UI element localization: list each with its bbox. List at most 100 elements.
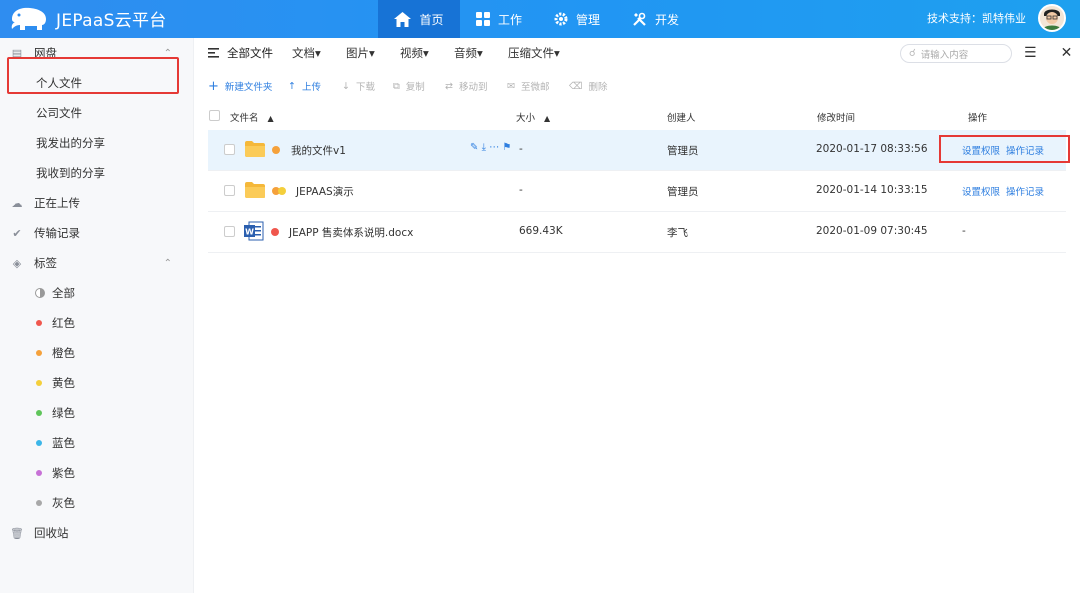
folder-icon xyxy=(245,182,265,198)
user-avatar-icon xyxy=(1040,6,1064,30)
table-header: 文件名 ▲ 大小 ▲ 创建人 修改时间 操作 xyxy=(208,102,1066,130)
nav-home[interactable]: 首页 xyxy=(378,0,460,38)
toolbar-icons: ☰ ✕ xyxy=(1024,45,1072,61)
sidebar-item-shared-out[interactable]: 我发出的分享 xyxy=(0,128,194,158)
delete-button[interactable]: ⌫ 删除 xyxy=(569,79,607,94)
list-menu-icon[interactable] xyxy=(208,48,219,58)
operation-log-link[interactable]: 操作记录 xyxy=(1006,184,1044,198)
nav-manage-label: 管理 xyxy=(576,12,601,27)
tag-icon[interactable]: ⚑ xyxy=(502,142,511,153)
upload-button[interactable]: ↑ 上传 xyxy=(288,79,321,94)
color-dot xyxy=(36,350,42,356)
new-folder-button[interactable]: + 新建文件夹 xyxy=(208,79,272,94)
copy-label: 复制 xyxy=(405,82,425,93)
sidebar-tag-blue[interactable]: 蓝色 xyxy=(0,428,194,458)
user-area: 技术支持：凯特伟业 xyxy=(927,4,1066,32)
col-size-header[interactable]: 大小 ▲ xyxy=(516,110,550,124)
cloud-upload-icon: ☁ xyxy=(11,196,23,210)
filter-images[interactable]: 图片▾ xyxy=(346,45,400,61)
sidebar-tag-gray[interactable]: 灰色 xyxy=(0,488,194,518)
highlight-box-operations xyxy=(939,135,1070,163)
sidebar-item-label: 正在上传 xyxy=(34,196,80,210)
plus-icon: + xyxy=(208,78,219,94)
file-name[interactable]: JEAPP 售卖体系说明.docx xyxy=(289,225,413,240)
svg-text:W: W xyxy=(245,228,254,237)
sidebar-item-company[interactable]: 公司文件 xyxy=(0,98,194,128)
color-dot xyxy=(36,440,42,446)
file-modified: 2020-01-14 10:33:15 xyxy=(816,184,928,196)
search-input[interactable]: ☌ 请输入内容 xyxy=(900,44,1012,63)
sidebar-item-label: 橙色 xyxy=(52,346,75,360)
filter-videos[interactable]: 视频▾ xyxy=(400,45,454,61)
set-permission-link[interactable]: 设置权限 xyxy=(962,184,1000,198)
email-button[interactable]: ✉ 至微邮 xyxy=(507,79,550,94)
col-creator-header: 创建人 xyxy=(667,113,696,124)
file-name[interactable]: 我的文件v1 xyxy=(291,143,346,158)
sidebar-item-transfer[interactable]: ✔ 传输记录 xyxy=(0,218,194,248)
download-button[interactable]: ↓ 下载 xyxy=(342,79,375,94)
filter-audio[interactable]: 音频▾ xyxy=(454,45,508,61)
sort-icon: ▲ xyxy=(267,114,274,123)
row-checkbox[interactable] xyxy=(224,226,235,237)
gear-icon xyxy=(554,12,568,26)
edit-icon[interactable]: ✎ xyxy=(470,142,478,153)
file-creator: 管理员 xyxy=(667,186,699,198)
move-button[interactable]: ⇄ 移动到 xyxy=(445,79,488,94)
top-navigation-bar: JEPaaS云平台 首页 工作 管理 开发 技术支持：凯特伟业 xyxy=(0,0,1080,38)
email-label: 至微邮 xyxy=(520,82,550,93)
sidebar-tag-green[interactable]: 绿色 xyxy=(0,398,194,428)
sidebar-tag-yellow[interactable]: 黄色 xyxy=(0,368,194,398)
sidebar-group-tags[interactable]: ◈ 标签 ⌃ xyxy=(0,248,194,278)
sidebar-item-label: 灰色 xyxy=(52,496,75,510)
sidebar-tag-purple[interactable]: 紫色 xyxy=(0,458,194,488)
color-dot xyxy=(36,500,42,506)
file-type-menu: 文档▾ 图片▾ 视频▾ 音频▾ 压缩文件▾ xyxy=(292,45,562,61)
download-icon[interactable]: ⤓ xyxy=(482,142,486,153)
list-view-icon[interactable]: ☰ xyxy=(1024,45,1037,61)
row-checkbox[interactable] xyxy=(224,144,235,155)
app-title: JEPaaS云平台 xyxy=(56,10,167,31)
sidebar-item-recycle[interactable]: 🗑 回收站 xyxy=(0,518,194,548)
chevron-up-icon: ⌃ xyxy=(163,257,172,269)
app-logo[interactable]: JEPaaS云平台 xyxy=(8,5,167,31)
sidebar-item-label: 我发出的分享 xyxy=(36,136,105,150)
more-icon[interactable]: ⋯ xyxy=(489,142,499,153)
tag-color-dot xyxy=(271,228,279,236)
color-dot xyxy=(36,320,42,326)
table-row[interactable]: W JEAPP 售卖体系说明.docx 669.43K 李飞 2020-01-0… xyxy=(208,212,1066,253)
copy-button[interactable]: ⧉ 复制 xyxy=(393,79,425,94)
ops-empty: - xyxy=(962,225,966,237)
file-name[interactable]: JEPAAS演示 xyxy=(296,184,354,199)
sidebar-tag-all[interactable]: 全部 xyxy=(0,278,194,308)
search-icon: ☌ xyxy=(909,48,916,59)
filter-archives[interactable]: 压缩文件▾ xyxy=(508,45,562,61)
upload-arrow-icon: ↑ xyxy=(288,80,296,92)
half-circle-icon xyxy=(35,288,45,298)
close-icon[interactable]: ✕ xyxy=(1061,45,1073,61)
move-label: 移动到 xyxy=(458,82,488,93)
sidebar-tag-red[interactable]: 红色 xyxy=(0,308,194,338)
col-name-header[interactable]: 文件名 ▲ xyxy=(230,110,274,124)
row-checkbox[interactable] xyxy=(224,185,235,196)
sidebar-tag-orange[interactable]: 橙色 xyxy=(0,338,194,368)
table-row[interactable]: 我的文件v1 ✎ ⤓ ⋯ ⚑ - 管理员 2020-01-17 08:33:56… xyxy=(208,130,1066,171)
avatar[interactable] xyxy=(1038,4,1066,32)
select-all-checkbox[interactable] xyxy=(209,110,220,121)
search-placeholder: 请输入内容 xyxy=(920,49,969,61)
action-bar: + 新建文件夹 ↑ 上传 ↓ 下载 ⧉ 复制 ⇄ 移动到 ✉ 至微邮 ⌫ 删除 xyxy=(194,76,1080,96)
nav-develop[interactable]: 开发 xyxy=(616,0,695,38)
filter-documents[interactable]: 文档▾ xyxy=(292,45,346,61)
download-arrow-icon: ↓ xyxy=(342,80,350,92)
sidebar-item-shared-in[interactable]: 我收到的分享 xyxy=(0,158,194,188)
file-creator: 李飞 xyxy=(667,227,688,239)
download-label: 下载 xyxy=(355,82,375,93)
sidebar-item-uploading[interactable]: ☁ 正在上传 xyxy=(0,188,194,218)
table-row[interactable]: JEPAAS演示 - 管理员 2020-01-14 10:33:15 设置权限 … xyxy=(208,171,1066,212)
sidebar-tags-label: 标签 xyxy=(34,256,57,270)
upload-label: 上传 xyxy=(301,82,321,93)
copy-icon: ⧉ xyxy=(393,80,400,92)
nav-manage[interactable]: 管理 xyxy=(538,0,616,38)
sidebar-item-label: 绿色 xyxy=(52,406,75,420)
file-size: 669.43K xyxy=(519,225,563,237)
nav-work[interactable]: 工作 xyxy=(460,0,538,38)
